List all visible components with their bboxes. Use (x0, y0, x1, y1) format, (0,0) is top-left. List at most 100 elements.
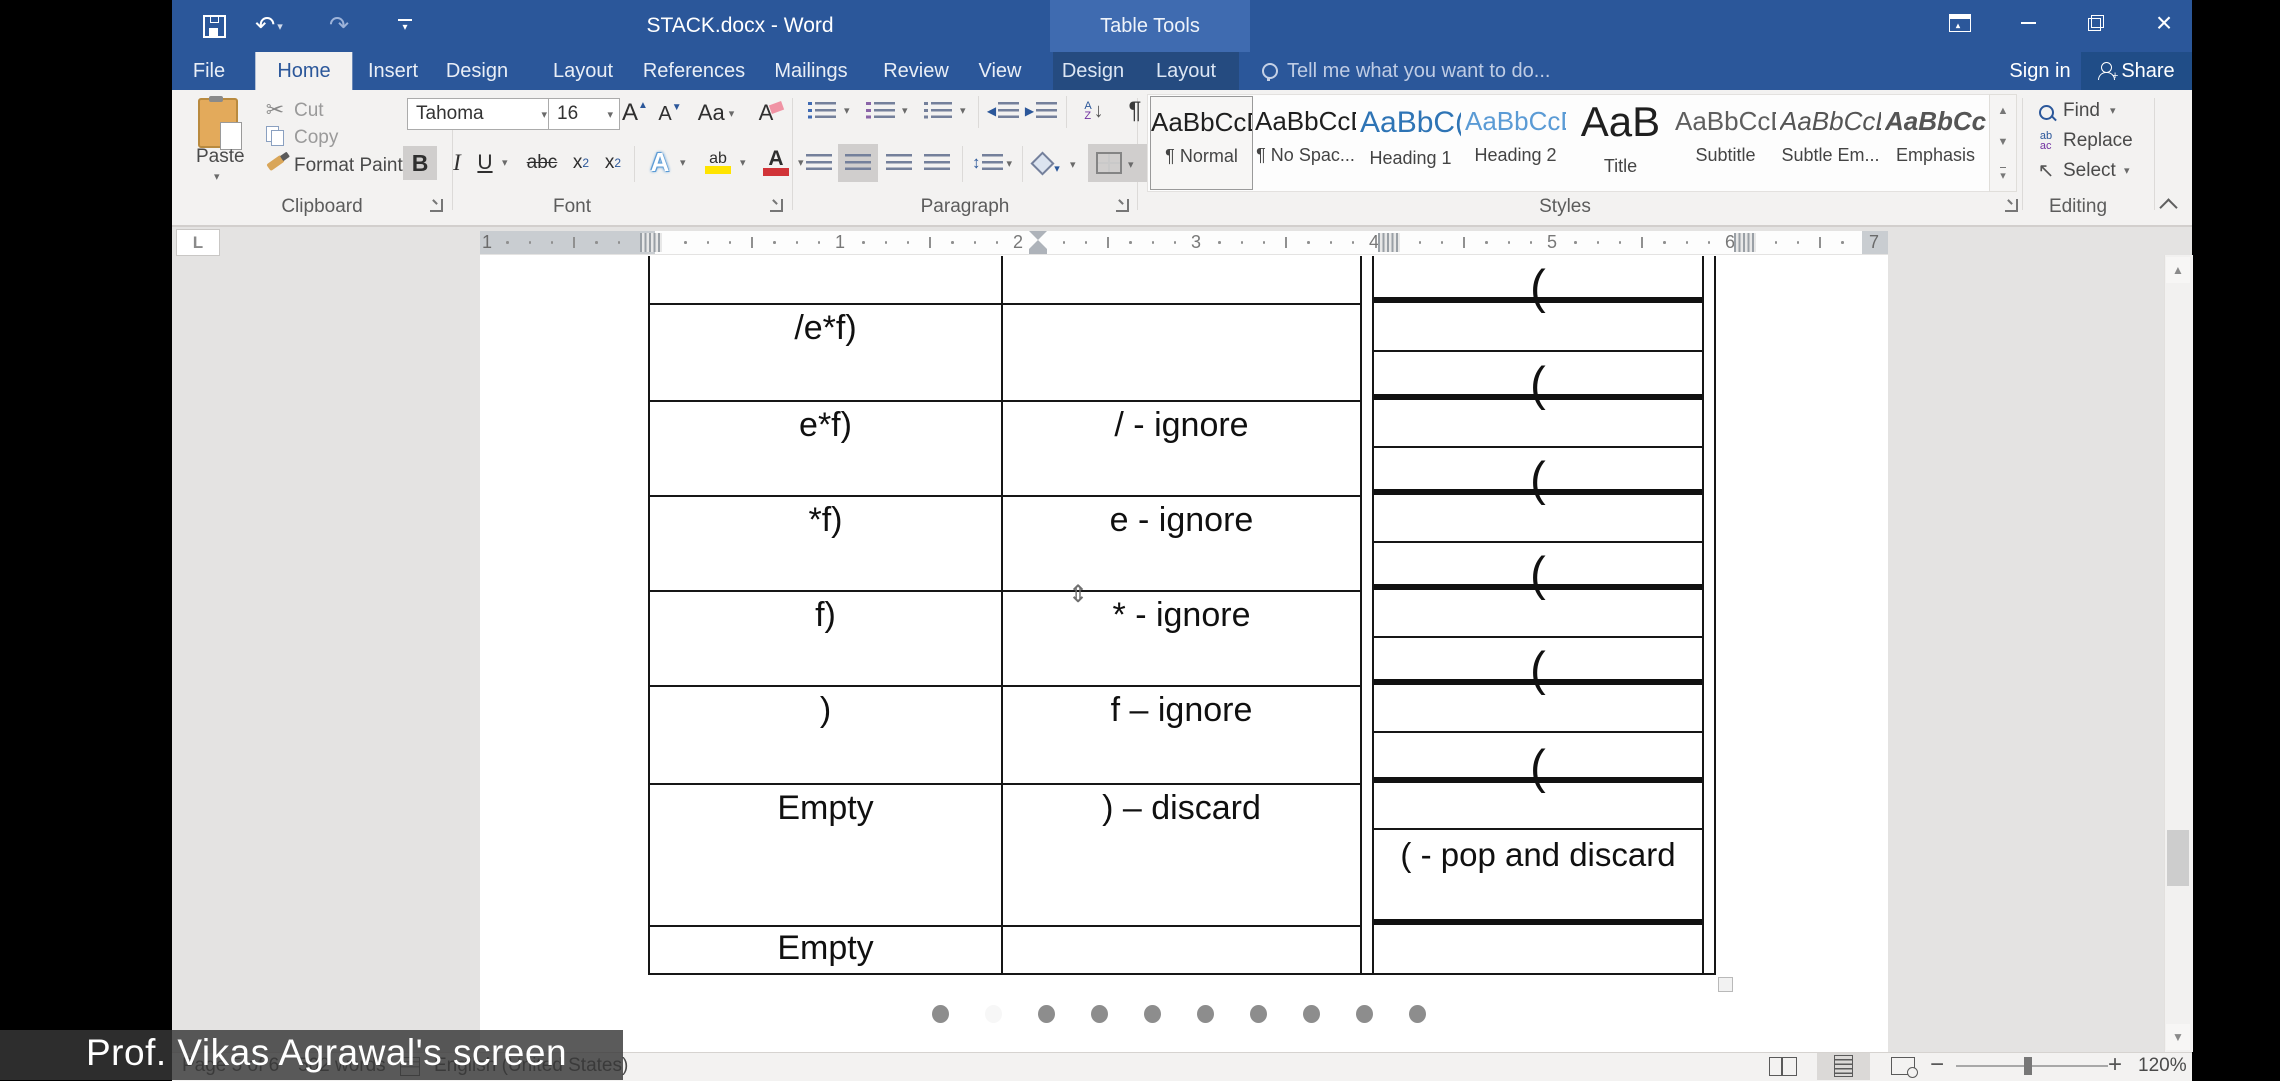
shading-dropdown-icon[interactable]: ▾ (1070, 158, 1076, 171)
share-button[interactable]: + Share (2081, 52, 2192, 90)
style-subtitle[interactable]: AaBbCcD Subtitle (1675, 96, 1776, 188)
table-cell-action[interactable]: / - ignore (1003, 406, 1360, 445)
stack-cell[interactable]: ( (1374, 733, 1702, 790)
borders-dropdown-icon[interactable]: ▾ (1128, 158, 1134, 171)
select-dropdown-icon[interactable]: ▾ (2124, 164, 2130, 177)
style-subtle-emphasis[interactable]: AaBbCcDi Subtle Em... (1780, 96, 1881, 188)
tab-file[interactable]: File (193, 52, 225, 90)
highlight-button[interactable]: ab (698, 144, 738, 180)
cut-label[interactable]: Cut (294, 100, 324, 122)
cut-icon[interactable]: ✂ (262, 97, 288, 123)
stack-cell[interactable]: ( (1374, 543, 1702, 597)
document-table[interactable]: /e*f) e*f) / - ignore *f) e - ignore f) … (648, 256, 1362, 975)
styles-expand-gallery-icon[interactable]: ▾ (2000, 166, 2006, 182)
minimize-button[interactable] (2005, 0, 2051, 46)
styles-scroll-up-icon[interactable]: ▲ (1998, 105, 2009, 117)
shading-button[interactable]: ▾ (1030, 148, 1064, 178)
stack-cell[interactable] (1374, 303, 1702, 352)
styles-scroll-down-icon[interactable]: ▼ (1998, 136, 2009, 148)
tab-selector[interactable]: L (176, 229, 220, 256)
bullets-dropdown-icon[interactable]: ▾ (844, 104, 850, 117)
close-button[interactable]: × (2141, 0, 2187, 46)
numbering-button[interactable] (862, 98, 898, 124)
format-painter-icon[interactable] (262, 151, 290, 174)
table-cell-expr[interactable]: Empty (650, 789, 1001, 828)
shrink-font-button[interactable]: A ▼ (654, 98, 686, 130)
tab-insert[interactable]: Insert (368, 52, 418, 90)
print-layout-button[interactable] (1820, 1055, 1866, 1077)
strikethrough-button[interactable]: abc (520, 146, 564, 180)
clear-formatting-button[interactable]: A (754, 96, 788, 130)
styles-dialog-launcher[interactable] (2005, 199, 2018, 212)
style-heading-1[interactable]: AaBbC( Heading 1 (1360, 96, 1461, 188)
find-dropdown-icon[interactable]: ▾ (2110, 104, 2116, 117)
show-paragraph-marks-button[interactable]: ¶ (1120, 96, 1150, 126)
table-cell-expr[interactable]: f) (650, 596, 1001, 635)
tab-layout[interactable]: Layout (553, 52, 613, 90)
align-center-button[interactable] (841, 148, 875, 178)
text-effects-dropdown-icon[interactable]: ▾ (680, 156, 686, 169)
numbering-dropdown-icon[interactable]: ▾ (902, 104, 908, 117)
stack-cell[interactable] (1374, 590, 1702, 638)
zoom-slider-handle[interactable] (2024, 1057, 2032, 1075)
increase-indent-button[interactable]: ▶ (1024, 98, 1058, 124)
stack-cell[interactable]: ( (1374, 256, 1702, 310)
replace-icon[interactable]: ab ac (2032, 128, 2060, 154)
justify-button[interactable] (920, 148, 954, 178)
stack-cell[interactable] (1374, 495, 1702, 543)
page-dot[interactable] (1197, 1005, 1214, 1023)
paragraph-dialog-launcher[interactable] (1116, 199, 1129, 212)
table-cell-expr[interactable]: e*f) (650, 406, 1001, 445)
tab-view[interactable]: View (979, 52, 1022, 90)
page-dot[interactable] (932, 1005, 949, 1023)
table-cell-expr[interactable]: /e*f) (650, 309, 1001, 348)
read-mode-button[interactable] (1760, 1055, 1806, 1077)
copy-label[interactable]: Copy (294, 127, 338, 149)
stack-cell[interactable]: ( (1374, 352, 1702, 407)
web-layout-button[interactable] (1880, 1055, 1926, 1078)
stack-cell[interactable] (1374, 685, 1702, 733)
zoom-in-button[interactable]: + (2108, 1052, 2122, 1080)
paste-dropdown-icon[interactable]: ▾ (214, 170, 220, 183)
underline-dropdown-icon[interactable]: ▾ (502, 156, 508, 169)
tab-mailings[interactable]: Mailings (774, 52, 847, 90)
bullets-button[interactable] (804, 98, 840, 124)
ruler-table-column-marker[interactable] (1378, 233, 1400, 252)
stack-cell[interactable] (1374, 400, 1702, 448)
zoom-slider-track[interactable] (1956, 1065, 2108, 1067)
select-label[interactable]: Select (2063, 160, 2116, 182)
styles-gallery-scroll[interactable]: ▲ ▼ ▾ (1989, 94, 2017, 192)
font-dialog-launcher[interactable] (770, 199, 783, 212)
tab-design[interactable]: Design (446, 52, 508, 90)
table-cell-expr[interactable]: ) (650, 691, 1001, 730)
table-cell-action[interactable]: e - ignore (1003, 501, 1360, 540)
style-no-spacing[interactable]: AaBbCcDc ¶ No Spac... (1255, 96, 1356, 188)
stack-cell[interactable]: ( (1374, 638, 1702, 692)
stack-cell[interactable]: ( - pop and discard (1374, 830, 1702, 925)
align-left-button[interactable] (802, 148, 836, 178)
bold-button[interactable]: B (403, 146, 437, 180)
scrollbar-thumb[interactable] (2167, 830, 2189, 886)
find-label[interactable]: Find (2063, 100, 2100, 122)
table-cell-expr[interactable]: Empty (650, 929, 1001, 968)
paste-label[interactable]: Paste (196, 146, 245, 168)
ribbon-display-options-button[interactable]: ▴ (1937, 0, 1983, 46)
scroll-down-button[interactable]: ▼ (2166, 1024, 2190, 1050)
ruler-table-column-marker[interactable] (640, 233, 662, 252)
copy-icon[interactable] (264, 125, 286, 147)
scroll-up-button[interactable]: ▲ (2166, 257, 2190, 283)
vertical-scrollbar[interactable] (2164, 255, 2193, 1052)
table-resize-handle[interactable] (1718, 977, 1733, 992)
page-dot[interactable] (1038, 1005, 1055, 1023)
redo-button[interactable]: ↷ (322, 0, 356, 52)
decrease-indent-button[interactable]: ◀ (986, 98, 1020, 124)
tab-references[interactable]: References (643, 52, 745, 90)
customize-quick-access-button[interactable]: ▾ (390, 0, 420, 52)
clipboard-dialog-launcher[interactable] (430, 199, 443, 212)
tell-me-box[interactable]: Tell me what you want to do... (1262, 52, 1550, 90)
zoom-out-button[interactable]: − (1930, 1052, 1944, 1080)
page-dot[interactable] (1250, 1005, 1267, 1023)
page-dot[interactable] (1091, 1005, 1108, 1023)
style-emphasis[interactable]: AaBbCcDi Emphasis (1885, 96, 1986, 188)
tab-review[interactable]: Review (883, 52, 949, 90)
